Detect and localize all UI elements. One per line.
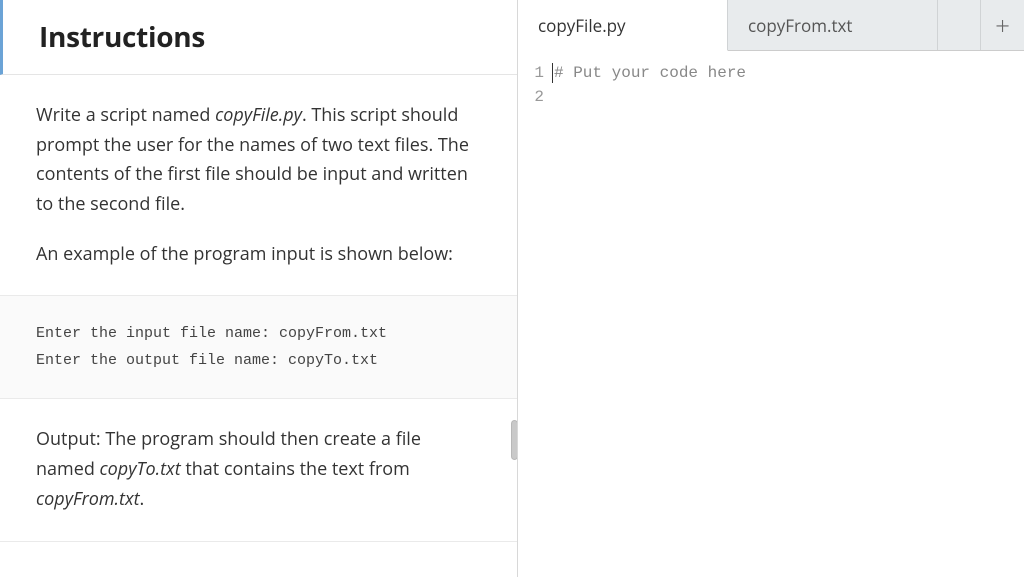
filename-italic: copyTo.txt bbox=[100, 457, 181, 481]
tab-label: copyFrom.txt bbox=[748, 14, 852, 37]
filename-italic: copyFrom.txt bbox=[36, 487, 140, 511]
tabs-bar: copyFile.py copyFrom.txt + bbox=[518, 0, 1024, 51]
instructions-example-intro: An example of the program input is shown… bbox=[36, 240, 481, 270]
code-line-2[interactable] bbox=[552, 85, 1024, 109]
instructions-panel: Instructions Write a script named copyFi… bbox=[0, 0, 518, 577]
code-example-block: Enter the input file name: copyFrom.txt … bbox=[0, 296, 517, 399]
tab-copyfrom-txt[interactable]: copyFrom.txt bbox=[728, 0, 938, 50]
code-editor[interactable]: 1 2 # Put your code here bbox=[518, 51, 1024, 577]
instructions-body-1: Write a script named copyFile.py. This s… bbox=[0, 75, 517, 296]
line-number-gutter: 1 2 bbox=[518, 61, 552, 577]
code-comment: # Put your code here bbox=[554, 61, 746, 85]
line-number: 1 bbox=[518, 61, 544, 85]
text: that contains the text from bbox=[181, 457, 410, 481]
instructions-body-2: Output: The program should then create a… bbox=[0, 399, 517, 541]
scrollbar-handle[interactable] bbox=[511, 420, 518, 460]
filename-italic: copyFile.py bbox=[215, 103, 302, 127]
plus-icon: + bbox=[995, 7, 1010, 43]
code-area[interactable]: # Put your code here bbox=[552, 61, 1024, 577]
instructions-title: Instructions bbox=[39, 18, 481, 56]
add-tab-button[interactable]: + bbox=[980, 0, 1024, 50]
tab-label: copyFile.py bbox=[538, 14, 626, 37]
line-number: 2 bbox=[518, 85, 544, 109]
editor-panel: copyFile.py copyFrom.txt + 1 2 # Put you… bbox=[518, 0, 1024, 577]
text-cursor bbox=[552, 63, 553, 83]
tab-copyfile-py[interactable]: copyFile.py bbox=[518, 0, 728, 51]
text: Write a script named bbox=[36, 103, 215, 127]
instructions-paragraph-1: Write a script named copyFile.py. This s… bbox=[36, 101, 481, 220]
instructions-output-paragraph: Output: The program should then create a… bbox=[36, 425, 481, 514]
code-line-1[interactable]: # Put your code here bbox=[552, 61, 1024, 85]
text: . bbox=[140, 487, 145, 511]
instructions-header: Instructions bbox=[0, 0, 517, 75]
